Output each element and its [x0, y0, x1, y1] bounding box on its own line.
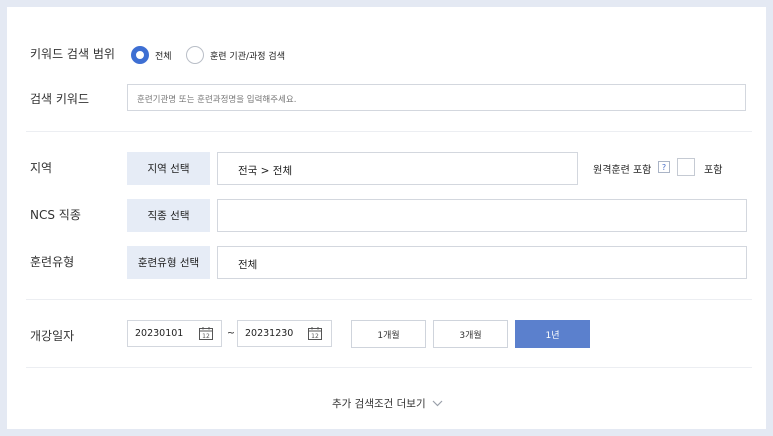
radio-institution-course-label[interactable]: 훈련 기관/과정 검색 [210, 49, 285, 62]
calendar-icon-day: 12 [202, 333, 210, 340]
radio-all-label[interactable]: 전체 [155, 49, 172, 62]
divider [26, 131, 752, 132]
region-label: 지역 [30, 161, 53, 175]
date-range-tilde: ~ [227, 328, 235, 339]
divider [26, 367, 752, 368]
start-date-to-value: 20231230 [245, 328, 294, 339]
keyword-scope-label: 키워드 검색 범위 [30, 47, 115, 61]
training-type-label: 훈련유형 [30, 255, 75, 269]
include-remote-label: 포함 [704, 165, 723, 176]
region-value: 전국 > 전체 [238, 165, 293, 177]
calendar-icon-day: 12 [311, 333, 319, 340]
ncs-label: NCS 직종 [30, 208, 81, 222]
period-3-month-button[interactable]: 3개월 [433, 320, 508, 348]
training-type-select-button[interactable]: 훈련유형 선택 [127, 246, 210, 279]
ncs-field [217, 199, 747, 232]
start-date-from-value: 20230101 [135, 328, 184, 339]
remote-training-label: 원격훈련 포함 [593, 165, 652, 176]
ncs-select-button[interactable]: 직종 선택 [127, 199, 210, 232]
start-date-label: 개강일자 [30, 329, 75, 343]
training-type-value: 전체 [238, 259, 258, 271]
include-remote-checkbox[interactable] [677, 158, 695, 176]
radio-all[interactable] [131, 46, 149, 64]
calendar-icon[interactable]: 12 [199, 327, 213, 340]
period-1-year-button[interactable]: 1년 [515, 320, 590, 348]
chevron-down-icon [432, 400, 443, 406]
search-keyword-label: 검색 키워드 [30, 92, 90, 106]
search-keyword-placeholder: 훈련기관명 또는 훈련과정명을 입력해주세요. [137, 95, 297, 105]
training-type-field [217, 246, 747, 279]
help-icon[interactable]: ? [658, 161, 670, 173]
more-conditions-toggle[interactable]: 추가 검색조건 더보기 [332, 395, 443, 411]
period-1-month-button[interactable]: 1개월 [351, 320, 426, 348]
divider [26, 299, 752, 300]
more-conditions-label: 추가 검색조건 더보기 [332, 397, 426, 410]
radio-institution-course[interactable] [186, 46, 204, 64]
region-select-button[interactable]: 지역 선택 [127, 152, 210, 185]
calendar-icon[interactable]: 12 [308, 327, 322, 340]
